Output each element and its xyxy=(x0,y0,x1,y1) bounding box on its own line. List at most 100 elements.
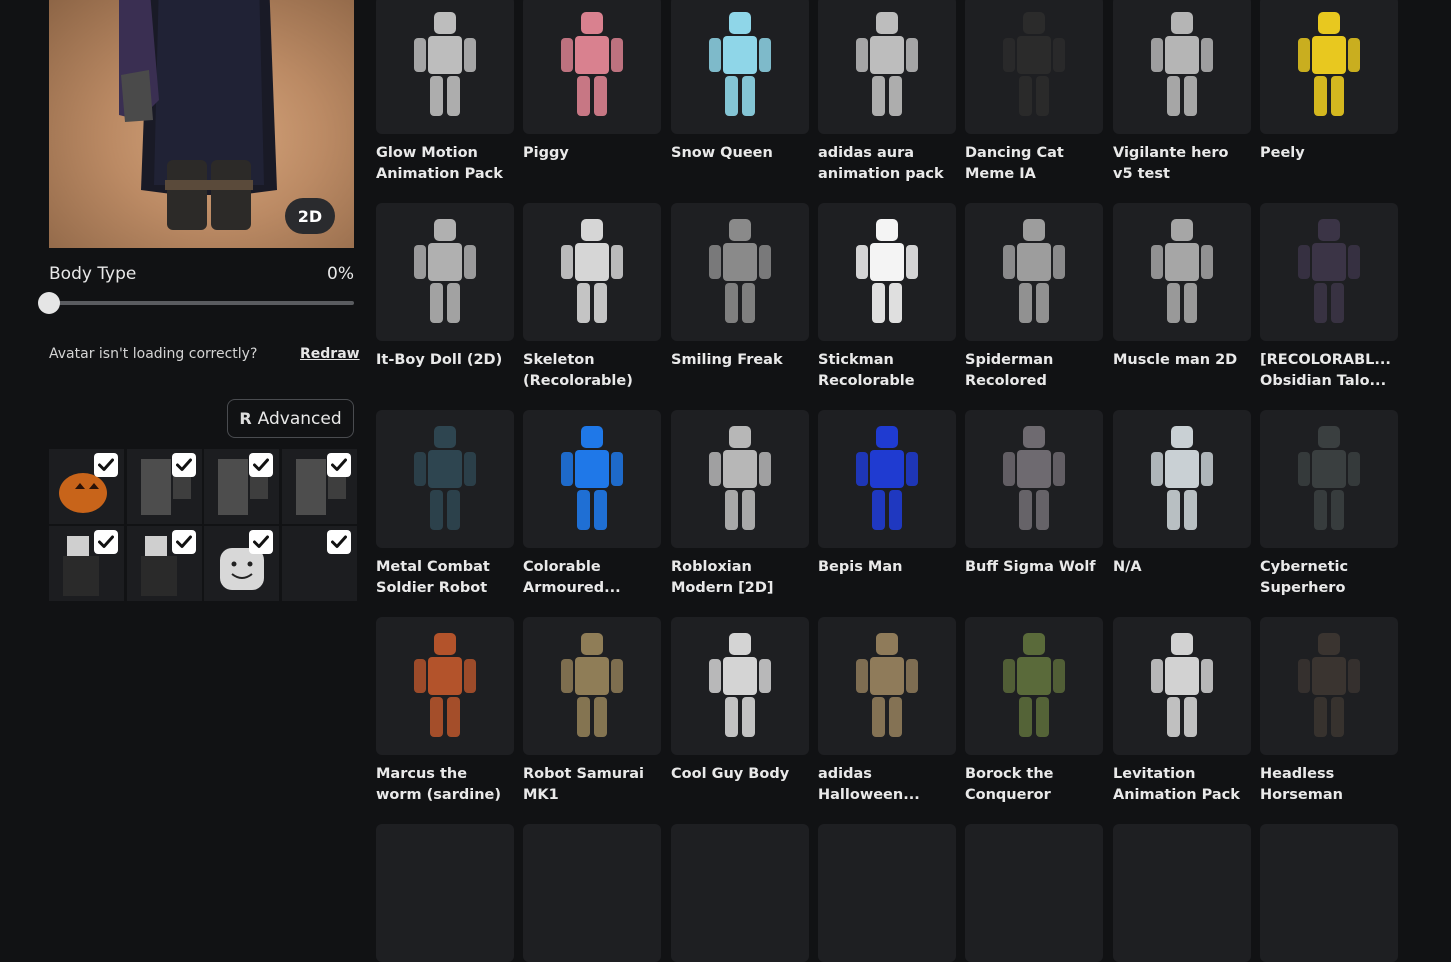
catalog-item[interactable]: Metal Combat Soldier Robot xyxy=(376,410,514,599)
catalog-item-thumbnail[interactable] xyxy=(965,0,1103,134)
catalog-item-thumbnail[interactable] xyxy=(965,617,1103,755)
catalog-item-thumbnail[interactable] xyxy=(818,824,956,962)
catalog-item[interactable] xyxy=(376,824,514,962)
catalog-item-name[interactable]: Robloxian Modern [2D] xyxy=(671,557,809,599)
catalog-item-name[interactable]: Metal Combat Soldier Robot xyxy=(376,557,514,599)
catalog-item-thumbnail[interactable] xyxy=(1113,410,1251,548)
catalog-item[interactable]: Borock the Conqueror xyxy=(965,617,1103,806)
catalog-item[interactable]: Muscle man 2D xyxy=(1113,203,1251,371)
catalog-item-name[interactable]: Stickman Recolorable xyxy=(818,350,956,392)
catalog-item-name[interactable]: Piggy xyxy=(523,143,661,164)
catalog-item-name[interactable]: Cool Guy Body xyxy=(671,764,809,785)
worn-item-checkbox[interactable] xyxy=(94,530,118,554)
catalog-item[interactable]: Dancing Cat Meme IA xyxy=(965,0,1103,185)
catalog-item-name[interactable]: Colorable Armoured... xyxy=(523,557,661,599)
worn-item-checkbox[interactable] xyxy=(94,453,118,477)
catalog-item[interactable] xyxy=(818,824,956,962)
catalog-item[interactable]: Bepis Man xyxy=(818,410,956,578)
view-2d-toggle[interactable]: 2D xyxy=(285,198,335,234)
catalog-item[interactable]: Smiling Freak xyxy=(671,203,809,371)
catalog-item-thumbnail[interactable] xyxy=(523,617,661,755)
catalog-item-thumbnail[interactable] xyxy=(671,203,809,341)
worn-item-gray-body-part[interactable] xyxy=(204,449,279,524)
catalog-item[interactable]: Robloxian Modern [2D] xyxy=(671,410,809,599)
redraw-link[interactable]: Redraw xyxy=(300,346,360,362)
catalog-item-name[interactable]: Buff Sigma Wolf xyxy=(965,557,1103,578)
catalog-item-thumbnail[interactable] xyxy=(965,410,1103,548)
catalog-item-thumbnail[interactable] xyxy=(1113,824,1251,962)
catalog-item-thumbnail[interactable] xyxy=(818,203,956,341)
catalog-item-thumbnail[interactable] xyxy=(523,824,661,962)
worn-item-checkbox[interactable] xyxy=(326,453,351,477)
catalog-item-name[interactable]: adidas Halloween... xyxy=(818,764,956,806)
catalog-item[interactable]: [RECOLORABL... Obsidian Talo... xyxy=(1260,203,1398,392)
catalog-item-name[interactable]: Smiling Freak xyxy=(671,350,809,371)
catalog-item-thumbnail[interactable] xyxy=(1260,617,1398,755)
catalog-item[interactable]: Spiderman Recolored xyxy=(965,203,1103,392)
catalog-item-thumbnail[interactable] xyxy=(1260,824,1398,962)
catalog-item-thumbnail[interactable] xyxy=(1260,0,1398,134)
catalog-item-thumbnail[interactable] xyxy=(671,410,809,548)
catalog-item[interactable]: Glow Motion Animation Pack xyxy=(376,0,514,185)
worn-item-checkbox[interactable] xyxy=(249,530,273,554)
body-type-slider-thumb[interactable] xyxy=(38,292,60,314)
catalog-item[interactable]: Robot Samurai MK1 xyxy=(523,617,661,806)
catalog-item-name[interactable]: Robot Samurai MK1 xyxy=(523,764,661,806)
worn-item-checkbox[interactable] xyxy=(326,530,351,554)
catalog-item-thumbnail[interactable] xyxy=(1113,203,1251,341)
catalog-item[interactable]: Marcus the worm (sardine) xyxy=(376,617,514,806)
catalog-item-thumbnail[interactable] xyxy=(376,203,514,341)
catalog-item-name[interactable]: Levitation Animation Pack xyxy=(1113,764,1251,806)
catalog-item-name[interactable]: Snow Queen xyxy=(671,143,809,164)
catalog-item-name[interactable]: Marcus the worm (sardine) xyxy=(376,764,514,806)
catalog-item-name[interactable]: Dancing Cat Meme IA xyxy=(965,143,1103,185)
catalog-item-name[interactable]: Glow Motion Animation Pack xyxy=(376,143,514,185)
catalog-item[interactable]: Vigilante hero v5 test xyxy=(1113,0,1251,185)
catalog-item-thumbnail[interactable] xyxy=(671,0,809,134)
worn-item-dark-figure[interactable] xyxy=(49,526,124,601)
catalog-item-thumbnail[interactable] xyxy=(1260,410,1398,548)
worn-item-checkbox[interactable] xyxy=(171,453,196,477)
catalog-item-thumbnail[interactable] xyxy=(671,617,809,755)
catalog-item[interactable]: Peely xyxy=(1260,0,1398,164)
catalog-item-thumbnail[interactable] xyxy=(818,410,956,548)
worn-item-checkbox[interactable] xyxy=(171,530,196,554)
worn-item-gray-body-part[interactable] xyxy=(126,449,202,524)
worn-item-smiley-head[interactable] xyxy=(204,526,279,601)
catalog-item-thumbnail[interactable] xyxy=(1260,203,1398,341)
catalog-item-name[interactable]: Cybernetic Superhero xyxy=(1260,557,1398,599)
worn-item-checkbox[interactable] xyxy=(249,453,273,477)
catalog-item-thumbnail[interactable] xyxy=(818,0,956,134)
catalog-item-name[interactable]: [RECOLORABL... Obsidian Talo... xyxy=(1260,350,1398,392)
worn-item-pumpkin-head[interactable] xyxy=(49,449,124,524)
catalog-item-name[interactable]: Vigilante hero v5 test xyxy=(1113,143,1251,185)
catalog-item-name[interactable]: Skeleton (Recolorable) xyxy=(523,350,661,392)
catalog-item[interactable]: adidas Halloween... xyxy=(818,617,956,806)
catalog-item-thumbnail[interactable] xyxy=(376,824,514,962)
catalog-item[interactable]: It-Boy Doll (2D) xyxy=(376,203,514,371)
catalog-item-thumbnail[interactable] xyxy=(965,203,1103,341)
catalog-item[interactable] xyxy=(671,824,809,962)
catalog-item-name[interactable]: Borock the Conqueror xyxy=(965,764,1103,806)
catalog-item-name[interactable]: It-Boy Doll (2D) xyxy=(376,350,514,371)
catalog-item[interactable]: Headless Horseman xyxy=(1260,617,1398,806)
catalog-item-thumbnail[interactable] xyxy=(965,824,1103,962)
worn-item-dark-figure[interactable] xyxy=(126,526,202,601)
catalog-item[interactable]: adidas aura animation pack xyxy=(818,0,956,185)
catalog-item[interactable]: Colorable Armoured... xyxy=(523,410,661,599)
catalog-item-name[interactable]: Muscle man 2D xyxy=(1113,350,1251,371)
catalog-item-thumbnail[interactable] xyxy=(523,0,661,134)
catalog-item[interactable] xyxy=(1113,824,1251,962)
catalog-item-name[interactable]: Peely xyxy=(1260,143,1398,164)
catalog-item-name[interactable]: Bepis Man xyxy=(818,557,956,578)
catalog-item-thumbnail[interactable] xyxy=(376,0,514,134)
catalog-item[interactable]: Piggy xyxy=(523,0,661,164)
catalog-item-thumbnail[interactable] xyxy=(376,410,514,548)
catalog-item[interactable] xyxy=(1260,824,1398,962)
catalog-item[interactable]: Stickman Recolorable xyxy=(818,203,956,392)
catalog-item[interactable]: Cybernetic Superhero xyxy=(1260,410,1398,599)
catalog-item[interactable]: Skeleton (Recolorable) xyxy=(523,203,661,392)
catalog-item[interactable] xyxy=(965,824,1103,962)
worn-item-empty[interactable] xyxy=(281,526,357,601)
catalog-item[interactable]: N/A xyxy=(1113,410,1251,578)
